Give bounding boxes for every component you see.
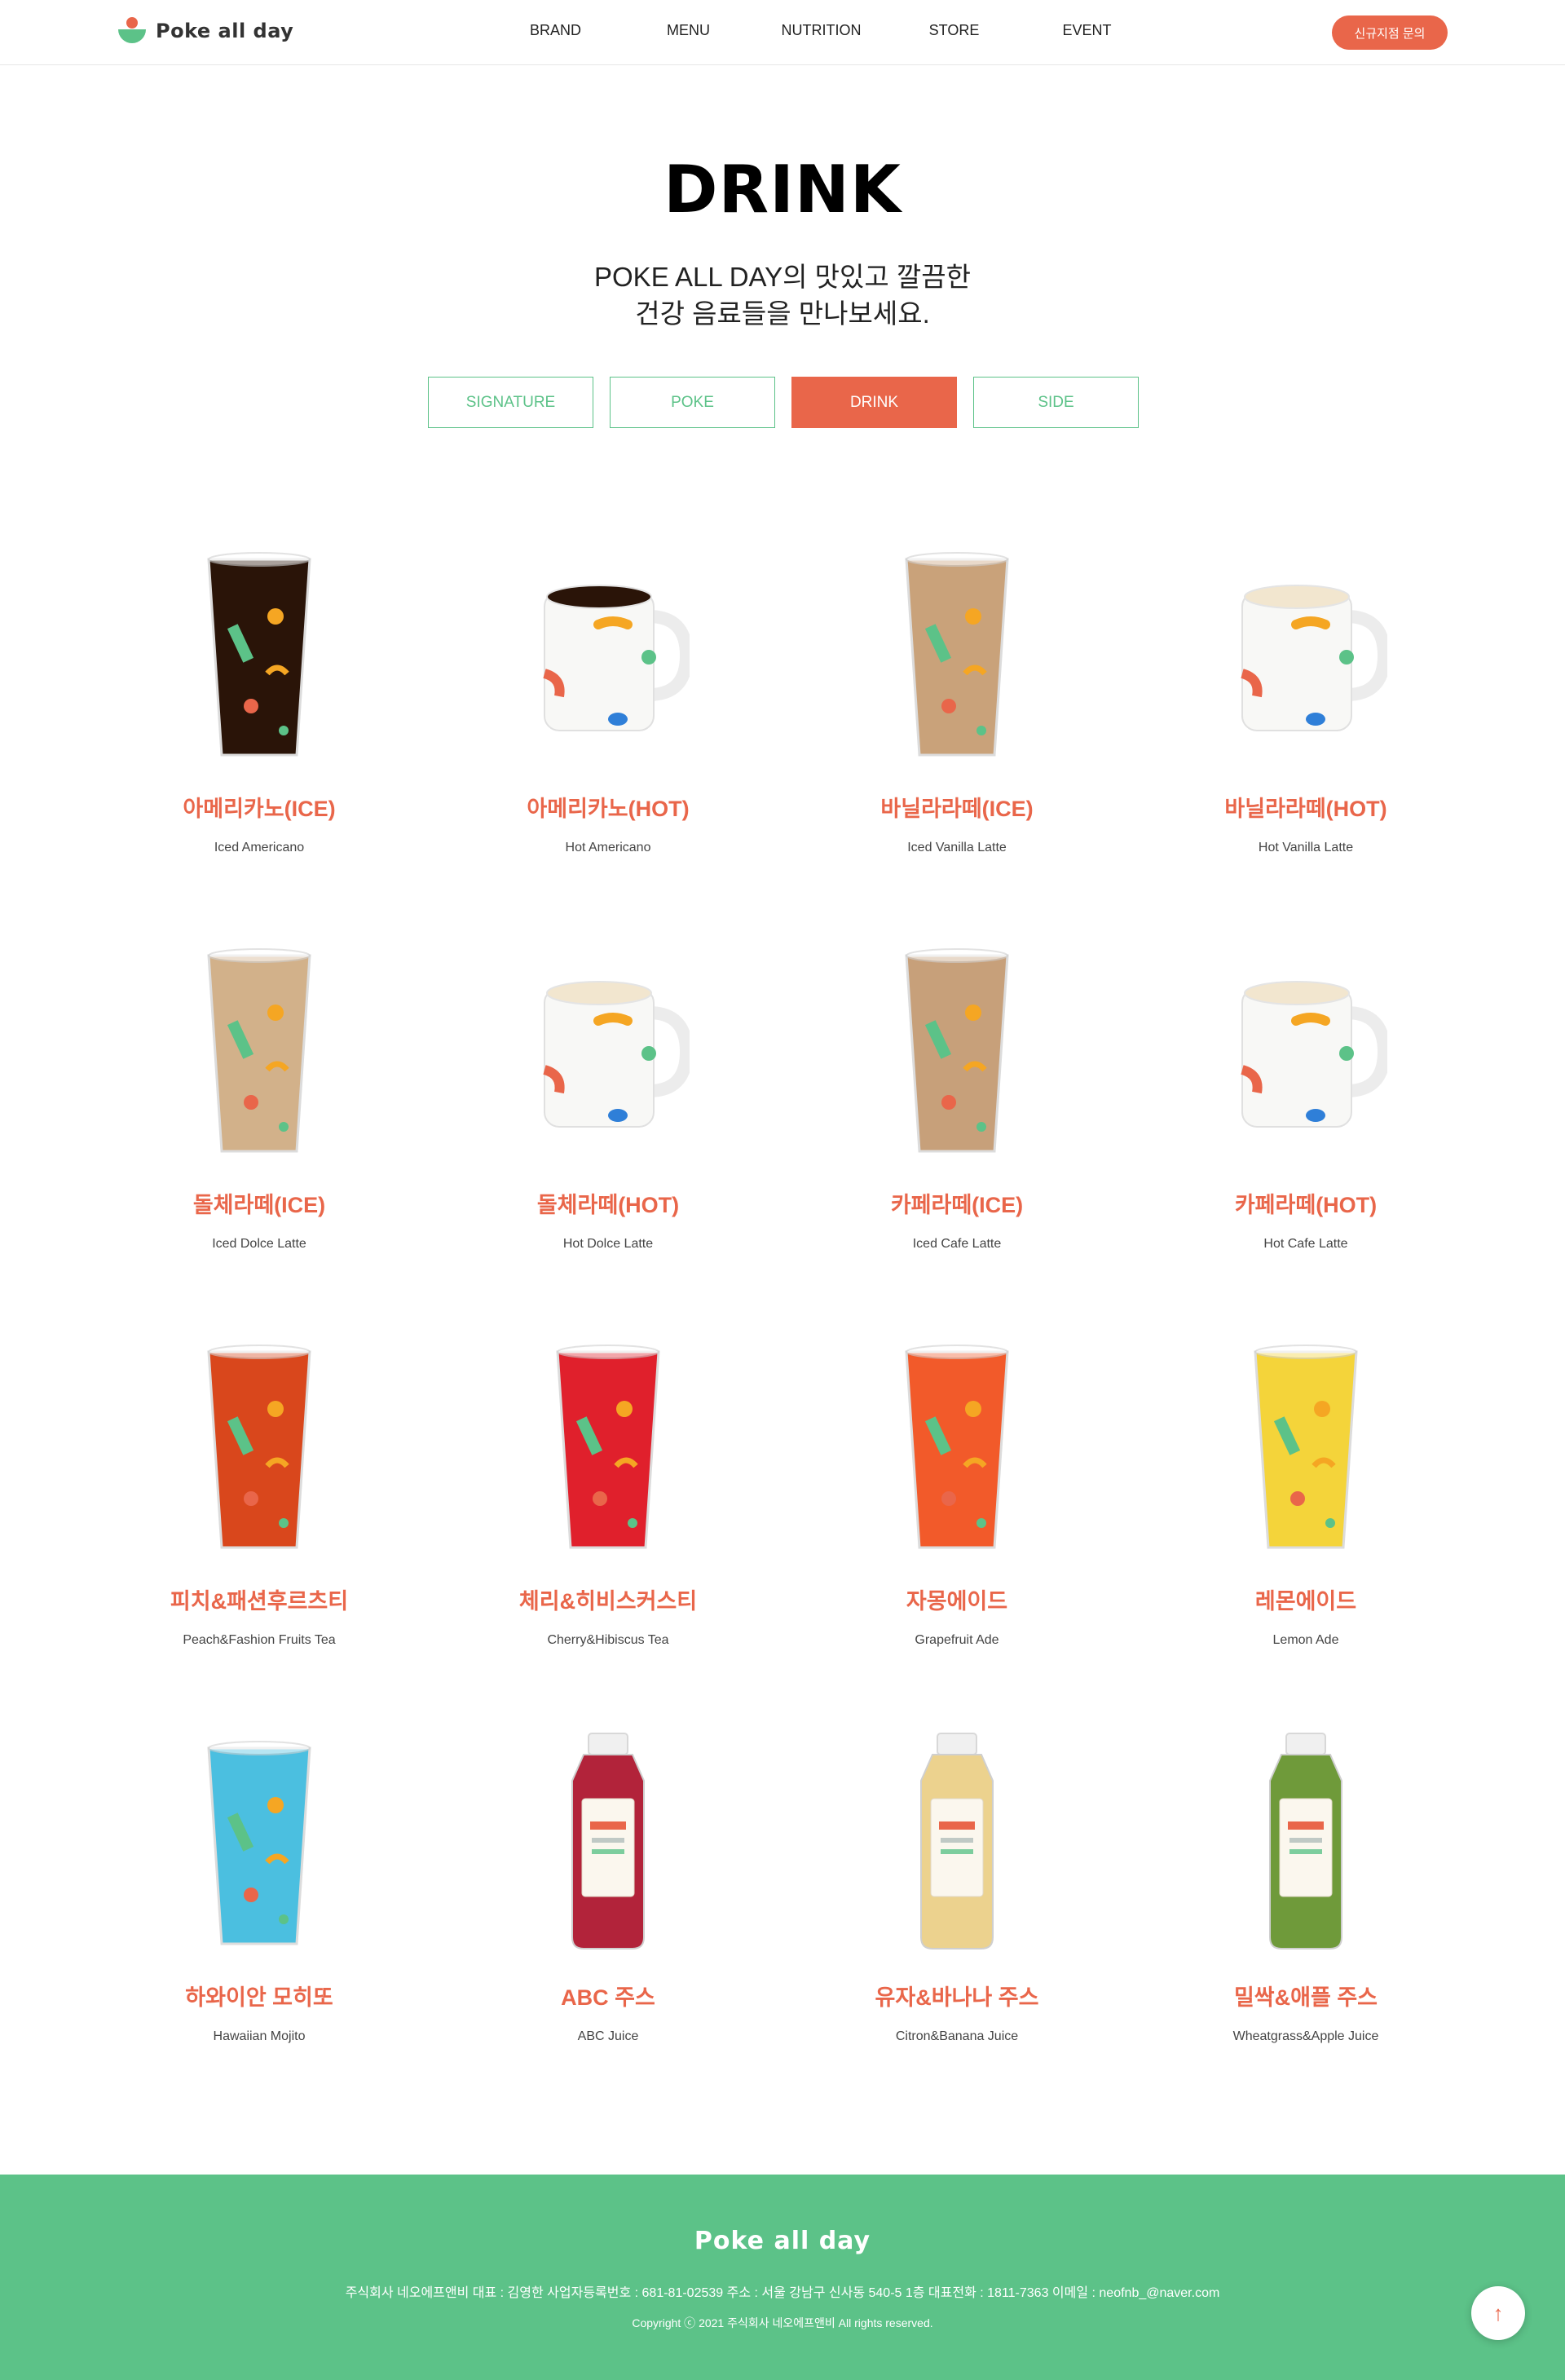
drink-menu-grid: 아메리카노(ICE) Iced Americano 아메리카노(HOT) Hot Am… <box>85 522 1480 2107</box>
menu-item-card[interactable]: 하와이안 모히또 Hawaiian Mojito <box>85 1711 434 2107</box>
drink-name-ko: 레몬에이드 <box>1254 1589 1357 1614</box>
drink-name-en: Cherry&Hibiscus Tea <box>547 1633 669 1647</box>
drink-name-ko: 유자&바나나 주스 <box>875 1985 1039 2010</box>
nav-menu[interactable]: MENU <box>622 22 755 39</box>
drink-name-en: Peach&Fashion Fruits Tea <box>183 1633 336 1647</box>
menu-item-card[interactable]: 피치&패션후르츠티 Peach&Fashion Fruits Tea <box>85 1314 434 1711</box>
tab-side[interactable]: SIDE <box>973 377 1139 428</box>
menu-item-card[interactable]: 레몬에이드 Lemon Ade <box>1131 1314 1480 1711</box>
drink-image <box>527 1327 690 1564</box>
drink-image <box>1224 535 1391 771</box>
menu-item-card[interactable]: 바닐라라떼(HOT) Hot Vanilla Latte <box>1131 522 1480 918</box>
menu-item-card[interactable]: 돌체라떼(ICE) Iced Dolce Latte <box>85 918 434 1314</box>
drink-image <box>178 931 341 1168</box>
drink-image <box>527 931 694 1168</box>
scroll-to-top-button[interactable]: ↑ <box>1471 2286 1525 2340</box>
drink-name-ko: 돌체라떼(ICE) <box>192 1193 326 1217</box>
drink-name-ko: 바닐라라떼(ICE) <box>880 797 1034 821</box>
drink-image <box>527 1724 690 1960</box>
drink-image <box>1224 1724 1387 1960</box>
drink-image <box>875 1724 1038 1960</box>
drink-image <box>875 535 1038 771</box>
franchise-inquiry-button[interactable]: 신규지점 문의 <box>1332 15 1448 50</box>
drink-name-ko: 하와이안 모히또 <box>185 1985 333 2010</box>
drink-name-ko: 체리&히비스커스티 <box>518 1589 698 1614</box>
page-title: DRINK <box>663 152 902 227</box>
drink-image <box>1224 931 1391 1168</box>
drink-name-en: Iced Dolce Latte <box>212 1237 306 1251</box>
tab-drink[interactable]: DRINK <box>791 377 957 428</box>
category-tabs: SIGNATURE POKE DRINK SIDE <box>428 377 1139 428</box>
drink-image <box>875 931 1038 1168</box>
drink-name-en: Hot Dolce Latte <box>562 1237 654 1251</box>
drink-name-en: Grapefruit Ade <box>915 1633 999 1647</box>
arrow-up-icon: ↑ <box>1492 2300 1504 2325</box>
menu-item-card[interactable]: 카페라떼(ICE) Iced Cafe Latte <box>782 918 1131 1314</box>
drink-name-ko: 돌체라떼(HOT) <box>536 1193 680 1217</box>
drink-name-en: Iced Vanilla Latte <box>907 841 1007 854</box>
drink-name-ko: 카페라떼(ICE) <box>890 1193 1024 1217</box>
drink-name-ko: 바닐라라떼(HOT) <box>1224 797 1387 821</box>
tab-signature[interactable]: SIGNATURE <box>428 377 593 428</box>
site-header: Poke all day BRAND MENU NUTRITION STORE … <box>0 0 1565 65</box>
menu-item-card[interactable]: 아메리카노(ICE) Iced Americano <box>85 522 434 918</box>
drink-image <box>1224 1327 1387 1564</box>
nav-store[interactable]: STORE <box>888 22 1021 39</box>
drink-image <box>875 1327 1038 1564</box>
nav-brand[interactable]: BRAND <box>489 22 622 39</box>
drink-name-ko: ABC 주스 <box>561 1985 655 2010</box>
drink-name-en: Hawaiian Mojito <box>213 2029 306 2043</box>
drink-image <box>178 1327 341 1564</box>
bowl-logo-icon <box>117 15 148 47</box>
menu-item-card[interactable]: ABC 주스 ABC Juice <box>434 1711 782 2107</box>
drink-name-ko: 카페라떼(HOT) <box>1234 1193 1378 1217</box>
drink-name-en: Hot Vanilla Latte <box>1258 841 1354 854</box>
drink-name-en: Hot Americano <box>565 841 651 854</box>
page-subtitle: POKE ALL DAY의 맛있고 깔끔한 건강 음료들을 만나보세요. <box>0 258 1565 332</box>
menu-item-card[interactable]: 밀싹&애플 주스 Wheatgrass&Apple Juice <box>1131 1711 1480 2107</box>
drink-name-en: ABC Juice <box>577 2029 639 2043</box>
footer-logo: Poke all day <box>694 2227 871 2255</box>
site-footer: Poke all day 주식회사 네오에프앤비 대표 : 김영한 사업자등록번… <box>0 2175 1565 2380</box>
drink-image <box>178 1724 341 1960</box>
menu-item-card[interactable]: 유자&바나나 주스 Citron&Banana Juice <box>782 1711 1131 2107</box>
nav-event[interactable]: EVENT <box>1021 22 1153 39</box>
drink-name-en: Lemon Ade <box>1272 1633 1339 1647</box>
menu-item-card[interactable]: 카페라떼(HOT) Hot Cafe Latte <box>1131 918 1480 1314</box>
drink-name-en: Iced Americano <box>214 841 305 854</box>
drink-name-en: Citron&Banana Juice <box>895 2029 1019 2043</box>
company-info: 주식회사 네오에프앤비 대표 : 김영한 사업자등록번호 : 681-81-02… <box>345 2286 1220 2300</box>
drink-name-ko: 아메리카노(ICE) <box>183 797 336 821</box>
drink-name-ko: 피치&패션후르츠티 <box>170 1589 349 1614</box>
drink-image <box>178 535 341 771</box>
drink-name-en: Wheatgrass&Apple Juice <box>1232 2029 1379 2043</box>
subtitle-line-1: POKE ALL DAY의 맛있고 깔끔한 <box>594 262 971 292</box>
subtitle-line-2: 건강 음료들을 만나보세요. <box>635 298 930 329</box>
drink-name-en: Hot Cafe Latte <box>1263 1237 1348 1251</box>
menu-item-card[interactable]: 돌체라떼(HOT) Hot Dolce Latte <box>434 918 782 1314</box>
drink-name-ko: 아메리카노(HOT) <box>527 797 690 821</box>
menu-item-card[interactable]: 자몽에이드 Grapefruit Ade <box>782 1314 1131 1711</box>
nav-nutrition[interactable]: NUTRITION <box>755 22 888 39</box>
main-nav: BRAND MENU NUTRITION STORE EVENT <box>489 22 1153 39</box>
drink-image <box>527 535 694 771</box>
brand-logo[interactable]: Poke all day <box>117 15 293 47</box>
tab-poke[interactable]: POKE <box>610 377 775 428</box>
drink-name-en: Iced Cafe Latte <box>912 1237 1002 1251</box>
menu-item-card[interactable]: 바닐라라떼(ICE) Iced Vanilla Latte <box>782 522 1131 918</box>
drink-name-ko: 밀싹&애플 주스 <box>1233 1985 1378 2010</box>
copyright: Copyright ⓒ 2021 주식회사 네오에프앤비 All rights … <box>632 2316 933 2329</box>
brand-name: Poke all day <box>156 20 294 42</box>
menu-item-card[interactable]: 아메리카노(HOT) Hot Americano <box>434 522 782 918</box>
drink-name-ko: 자몽에이드 <box>906 1589 1008 1614</box>
menu-item-card[interactable]: 체리&히비스커스티 Cherry&Hibiscus Tea <box>434 1314 782 1711</box>
